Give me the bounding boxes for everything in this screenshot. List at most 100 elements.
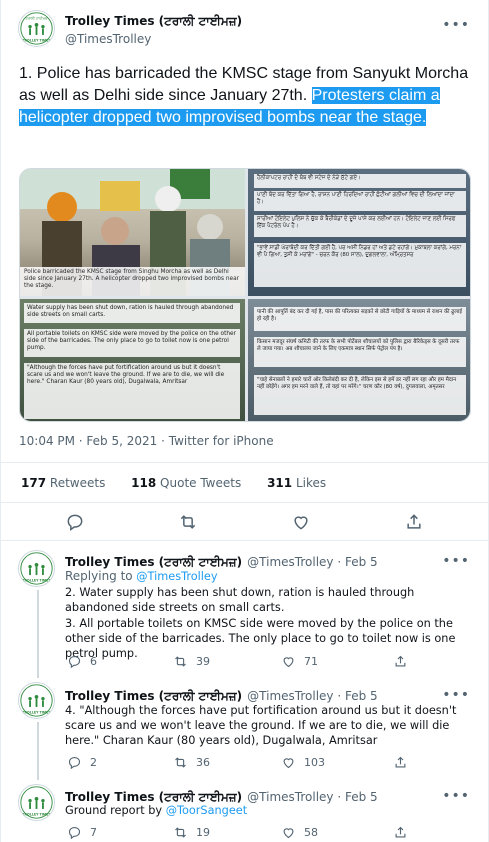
media-caption: किसान मजदूर संघर्ष कमिटी की तरफ के सभी प…: [254, 337, 466, 367]
mention-link[interactable]: @TimesTrolley: [136, 570, 217, 583]
retweet-icon: [175, 757, 186, 768]
media-caption: Water supply has been shut down, ration …: [24, 303, 240, 323]
reply-icon: [68, 826, 81, 840]
quotes-label: Quote Tweets: [160, 476, 242, 490]
retweet-action[interactable]: 19: [173, 825, 210, 840]
tweet-stats: 177 Retweets 118 Quote Tweets 311 Likes: [21, 476, 348, 490]
replying-to: Replying to @TimesTrolley: [65, 569, 477, 584]
reply-icon: [68, 756, 81, 770]
media-panel[interactable]: ਹੈਲੀਕਾਪਟਰ ਰਾਹੀਂ ਦੋ ਬੰਬ ਵੀ ਸਟੇਜ ਦੇ ਨੇੜੇ ਸ…: [248, 169, 470, 296]
share-action[interactable]: [393, 654, 408, 669]
reply-icon: [68, 655, 81, 669]
svg-text:ਟਰਾਲੀ ਟਾਈਮਜ਼: ਟਰਾਲੀ ਟਾਈਮਜ਼: [24, 15, 48, 20]
like-action[interactable]: 58: [281, 825, 318, 840]
mention-link[interactable]: @ToorSangeet: [166, 804, 248, 817]
like-count: 58: [304, 826, 318, 839]
media-caption: Police barricaded the KMSC stage from Si…: [20, 267, 245, 296]
handle-date[interactable]: @TimesTrolley · Feb 5: [247, 790, 378, 804]
reply-text-prefix: Ground report by: [65, 804, 163, 817]
like-icon[interactable]: [291, 512, 311, 532]
reply-text: 2. Water supply has been shut down, rati…: [65, 586, 415, 614]
retweet-icon[interactable]: [178, 512, 198, 532]
trolley-times-logo-icon: TROLLEY TIMES: [20, 684, 53, 717]
media-panel[interactable]: Water supply has been shut down, ration …: [20, 299, 245, 421]
svg-text:TROLLEY TIMES: TROLLEY TIMES: [22, 578, 51, 582]
reply-icon[interactable]: [65, 512, 85, 532]
divider: [1, 462, 489, 463]
share-icon[interactable]: [404, 512, 424, 532]
media-caption: "Although the forces have put fortificat…: [24, 363, 240, 419]
likes-count: 311: [267, 476, 293, 490]
avatar[interactable]: TROLLEY TIMES: [18, 550, 55, 587]
more-icon[interactable]: •••: [442, 554, 470, 568]
author-name[interactable]: Trolley Times (ਟਰਾਲੀ ਟਾਈਮਜ਼): [65, 689, 242, 703]
handle-date[interactable]: @TimesTrolley · Feb 5: [247, 555, 378, 569]
retweet-count: 19: [196, 826, 210, 839]
share-action[interactable]: [393, 825, 408, 840]
like-icon: [283, 657, 294, 668]
media-caption: "ਭਾਵੇਂ ਸਾਡੀ ਘੇਰਾਬੰਦੀ ਕਰ ਦਿੱਤੀ ਗਈ ਹੈ, ਪਰ …: [254, 243, 466, 287]
media-caption: ਹੈਲੀਕਾਪਟਰ ਰਾਹੀਂ ਦੋ ਬੰਬ ਵੀ ਸਟੇਜ ਦੇ ਨੇੜੇ ਸ…: [254, 174, 466, 188]
media-caption: ਪਾਣੀ ਬੰਦ ਕਰ ਦਿੱਤਾ ਗਿਆ ਹੈ, ਰਾਸ਼ਨ ਪਾਣੀ ਹਿਰ…: [254, 191, 466, 211]
reply-count: 2: [90, 756, 97, 769]
retweet-count: 36: [196, 756, 210, 769]
like-action[interactable]: 103: [281, 755, 325, 770]
trolley-times-logo-icon: TROLLEY TIMES: [20, 786, 53, 819]
more-icon[interactable]: •••: [442, 18, 470, 32]
share-icon: [395, 655, 406, 667]
thread-line: [37, 722, 39, 780]
replying-prefix: Replying to: [65, 569, 133, 583]
svg-text:TROLLEY TIMES: TROLLEY TIMES: [22, 38, 51, 42]
share-action[interactable]: [393, 755, 408, 770]
trolley-times-logo-icon: ਟਰਾਲੀ ਟਾਈਮਜ਼ TROLLEY TIMES: [20, 12, 53, 45]
author-name[interactable]: Trolley Times (ਟਰਾਲੀ ਟਾਈਮਜ਼): [65, 555, 242, 569]
author-name[interactable]: Trolley Times (ਟਰਾਲੀ ਟਾਈਮਜ਼): [65, 14, 242, 29]
retweet-action[interactable]: 39: [173, 654, 210, 669]
thread-line: [37, 590, 39, 678]
divider: [1, 502, 489, 503]
retweets-stat[interactable]: 177 Retweets: [21, 476, 105, 490]
reply-action[interactable]: 7: [67, 825, 97, 840]
reply-text: 3. All portable toilets on KMSC side wer…: [65, 617, 456, 660]
media-caption: ਸਾਰੀਆਂ ਟੋਇਲੇਟ ਪੁਲਿਸ ਨੇ ਚੁੱਕ ਕੇ ਬੈਰੀਕੇਡਾਂ…: [254, 215, 466, 237]
retweets-count: 177: [21, 476, 47, 490]
reply-action[interactable]: 2: [67, 755, 97, 770]
trolley-times-logo-icon: TROLLEY TIMES: [20, 552, 53, 585]
media-caption: पानी की आपूर्ति बंद कर दी गई है, पास की …: [254, 307, 466, 331]
retweet-count: 39: [196, 655, 210, 668]
media-caption: All portable toilets on KMSC side were m…: [24, 329, 240, 357]
like-count: 71: [304, 655, 318, 668]
more-icon[interactable]: •••: [442, 688, 470, 702]
reply-count: 6: [90, 655, 97, 668]
retweets-label: Retweets: [49, 476, 106, 490]
share-icon: [395, 756, 406, 768]
reply-text: 4. "Although the forces have put fortifi…: [65, 704, 457, 747]
reply-action[interactable]: 6: [67, 654, 97, 669]
author-name[interactable]: Trolley Times (ਟਰਾਲੀ ਟਾਈਮਜ਼): [65, 790, 242, 804]
quotes-count: 118: [131, 476, 157, 490]
likes-stat[interactable]: 311 Likes: [267, 476, 326, 490]
like-count: 103: [304, 756, 325, 769]
avatar[interactable]: ਟਰਾਲੀ ਟਾਈਮਜ਼ TROLLEY TIMES: [18, 10, 55, 47]
tweet-timestamp[interactable]: 10:04 PM · Feb 5, 2021 · Twitter for iPh…: [19, 434, 274, 448]
handle-date[interactable]: @TimesTrolley · Feb 5: [247, 689, 378, 703]
avatar[interactable]: TROLLEY TIMES: [18, 682, 55, 719]
like-icon: [283, 758, 294, 769]
retweet-icon: [175, 827, 186, 838]
author-handle[interactable]: @TimesTrolley: [65, 32, 151, 46]
reply-text: Ground report by @ToorSangeet: [65, 803, 477, 818]
tweet-text: 1. Police has barricaded the KMSC stage …: [19, 63, 475, 129]
share-icon: [395, 826, 406, 838]
media-panel[interactable]: पानी की आपूर्ति बंद कर दी गई है, पास की …: [248, 299, 470, 421]
more-icon[interactable]: •••: [442, 789, 470, 803]
svg-text:TROLLEY TIMES: TROLLEY TIMES: [22, 710, 51, 714]
divider: [1, 540, 489, 541]
like-action[interactable]: 71: [281, 654, 318, 669]
svg-text:TROLLEY TIMES: TROLLEY TIMES: [22, 812, 51, 816]
reply-count: 7: [90, 826, 97, 839]
quotes-stat[interactable]: 118 Quote Tweets: [131, 476, 241, 490]
avatar[interactable]: TROLLEY TIMES: [18, 784, 55, 821]
retweet-action[interactable]: 36: [173, 755, 210, 770]
retweet-icon: [175, 656, 186, 667]
media-grid[interactable]: Police barricaded the KMSC stage from Si…: [19, 168, 471, 422]
